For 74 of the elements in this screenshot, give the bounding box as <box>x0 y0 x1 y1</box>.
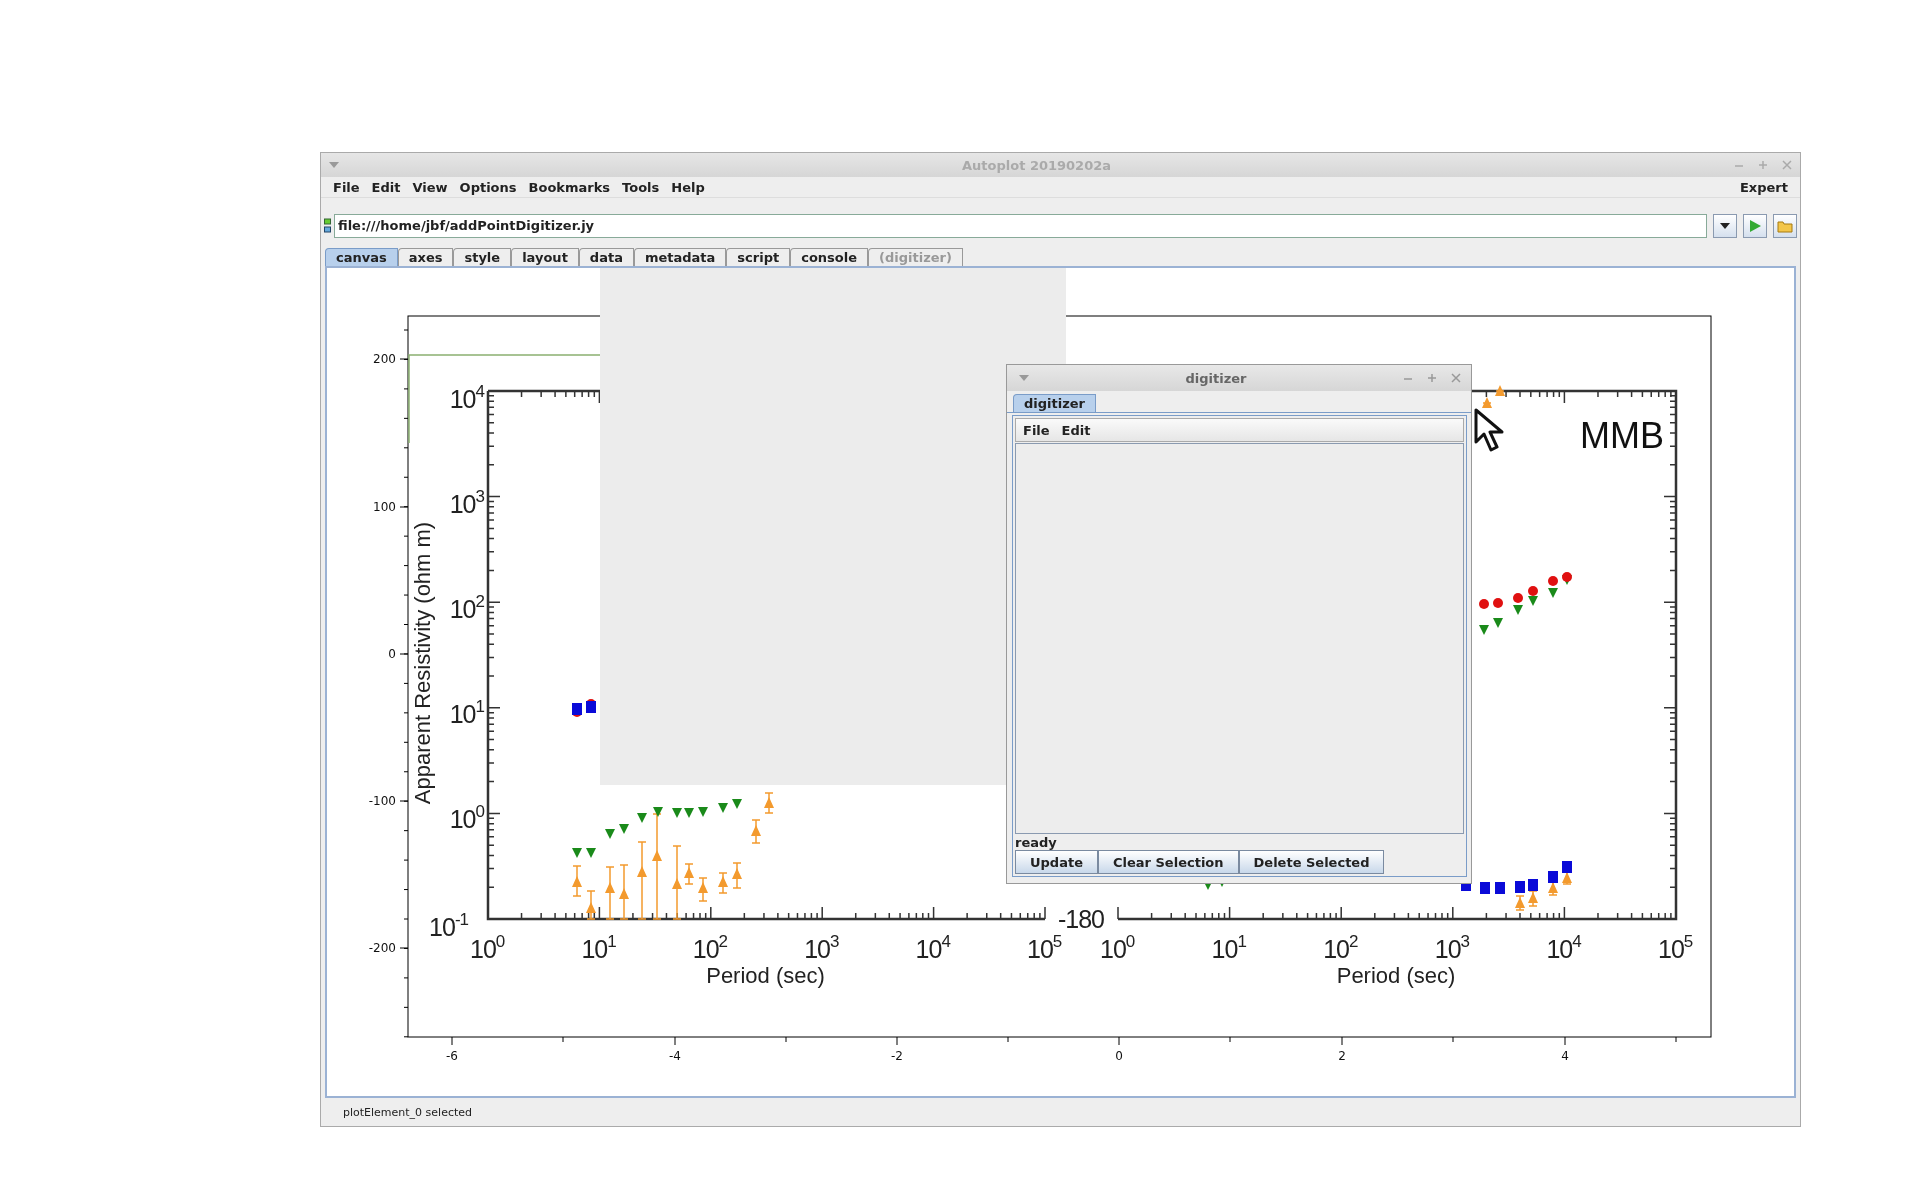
tab[interactable]: layout <box>511 248 579 266</box>
action-button[interactable]: Clear Selection <box>1098 850 1239 874</box>
figure-axis-label: Period (sec) <box>1336 963 1456 988</box>
figure-tick-label: 10$^{2}$ <box>449 592 484 623</box>
axis-tick-label: -2 <box>891 1049 903 1063</box>
maximize-icon[interactable] <box>1758 160 1768 170</box>
tab[interactable]: console <box>790 248 869 266</box>
tab[interactable]: canvas <box>325 248 398 266</box>
figure-tick-label: 10$^{4}$ <box>1546 932 1581 963</box>
tab[interactable]: script <box>726 248 791 266</box>
figure-tick-label: 10$^{4}$ <box>449 382 484 413</box>
figure-tick-label: 10$^{5}$ <box>1027 932 1062 963</box>
folder-icon <box>1777 219 1793 233</box>
menu-item[interactable]: Options <box>453 179 523 195</box>
run-button[interactable] <box>1743 214 1767 238</box>
menu-item[interactable]: View <box>406 179 454 195</box>
close-icon[interactable] <box>1782 160 1792 170</box>
window-menu-icon[interactable] <box>1019 375 1029 381</box>
caret-icon <box>1720 223 1730 229</box>
figure-tick-label: 10$^{5}$ <box>1658 932 1693 963</box>
action-button[interactable]: Delete Selected <box>1238 850 1385 874</box>
mode-label[interactable]: Expert <box>1734 179 1794 195</box>
figure-axis-label: Period (sec) <box>706 963 825 988</box>
figure-axis-label: Apparent Resistivity (ohm m) <box>410 521 435 805</box>
axis-tick-label: 2 <box>1338 1049 1346 1063</box>
tab[interactable]: metadata <box>633 248 727 266</box>
tab[interactable]: digitizer <box>1013 394 1096 412</box>
window-menu-icon[interactable] <box>329 162 339 168</box>
window-title: digitizer <box>1184 370 1248 386</box>
figure-tick-label: 10$^{3}$ <box>449 487 484 518</box>
axis-tick-label: -200 <box>368 941 396 955</box>
figure-tick-label: 10$^{0}$ <box>449 802 484 833</box>
open-button[interactable] <box>1773 214 1797 238</box>
menu-item[interactable]: File <box>327 179 366 195</box>
dropdown-button[interactable] <box>1713 214 1737 238</box>
figure-title: MMB <box>1580 415 1664 456</box>
axis-tick-label: 200 <box>373 352 396 366</box>
axis-tick-label: -6 <box>446 1049 458 1063</box>
figure-tick-label: 10$^{1}$ <box>1211 932 1246 963</box>
figure-tick-label: 10$^{1}$ <box>581 932 616 963</box>
close-icon[interactable] <box>1451 373 1461 383</box>
axis-tick-label: 100 <box>373 500 396 514</box>
axis-tick-label: -4 <box>669 1049 681 1063</box>
mouse-pointer-icon <box>1474 408 1504 454</box>
status-icon <box>324 218 331 234</box>
figure-tick-label: 10$^{4}$ <box>915 932 950 963</box>
axis-tick-label: 0 <box>1115 1049 1123 1063</box>
tab[interactable]: data <box>578 248 634 266</box>
figure-tick-label: 10$^{-1}$ <box>429 910 468 941</box>
axis-tick-label: 0 <box>388 647 396 661</box>
status-text: ready <box>1015 835 1058 850</box>
menu-item[interactable]: Edit <box>365 179 407 195</box>
figure-tick-label: 10$^{0}$ <box>1100 932 1135 963</box>
figure-tick-label: 10$^{2}$ <box>1323 932 1358 963</box>
menu-item[interactable]: File <box>1017 422 1056 438</box>
menu-item[interactable]: Help <box>665 179 711 195</box>
menu-item[interactable]: Edit <box>1055 422 1097 438</box>
tab[interactable]: axes <box>397 248 454 266</box>
status-text: plotElement_0 selected <box>343 1105 473 1119</box>
figure-tick-label: 10$^{2}$ <box>692 932 728 963</box>
axis-tick-label: 4 <box>1561 1049 1569 1063</box>
figure-tick-label: -180 <box>1057 905 1104 933</box>
address-field[interactable]: file:///home/jbf/addPointDigitizer.jy <box>334 214 1707 238</box>
menu-item[interactable]: Tools <box>616 179 666 195</box>
maximize-icon[interactable] <box>1427 373 1437 383</box>
figure-tick-label: 10$^{0}$ <box>470 932 505 963</box>
menu-item[interactable]: Bookmarks <box>522 179 617 195</box>
axis-tick-label: -100 <box>368 794 396 808</box>
play-icon <box>1749 220 1761 232</box>
figure-tick-label: 10$^{3}$ <box>804 932 839 963</box>
action-button[interactable]: Update <box>1015 850 1098 874</box>
figure-tick-label: 10$^{1}$ <box>449 697 484 728</box>
tab[interactable]: style <box>453 248 512 266</box>
figure-tick-label: 10$^{3}$ <box>1434 932 1470 963</box>
